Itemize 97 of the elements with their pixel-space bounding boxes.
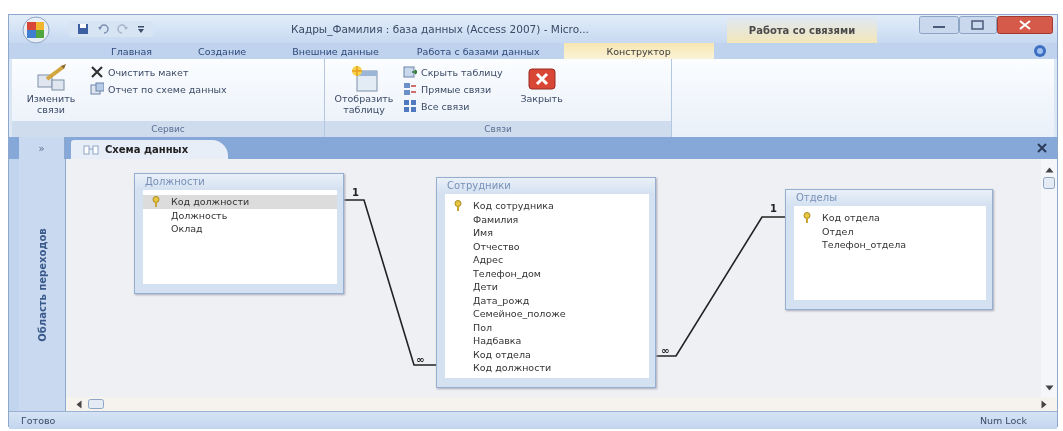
ribbon-button[interactable]: Отобразить таблицу bbox=[331, 63, 397, 115]
field-row[interactable]: Оклад bbox=[143, 222, 337, 236]
dropdown-icon[interactable] bbox=[137, 24, 145, 34]
help-icon[interactable] bbox=[1033, 44, 1047, 58]
table-window[interactable]: Отделы Код отдела Отдел Телефон_отдела bbox=[785, 189, 993, 310]
field-row[interactable]: Дата_рожд bbox=[445, 293, 649, 307]
ribbon-button[interactable]: Закрыть bbox=[508, 63, 575, 104]
field-name: Пол bbox=[473, 321, 493, 333]
field-row[interactable]: Семейное_положе bbox=[445, 307, 649, 321]
field-name: Адрес bbox=[473, 254, 504, 266]
status-text: Готово bbox=[21, 415, 56, 426]
scroll-down-icon[interactable] bbox=[1044, 385, 1054, 391]
field-name: Дети bbox=[473, 281, 498, 293]
field-name: Семейное_положе bbox=[473, 308, 566, 320]
field-name: Отчество bbox=[473, 240, 520, 252]
relationships-icon bbox=[83, 143, 99, 156]
field-row[interactable]: Код сотрудника bbox=[445, 199, 649, 213]
field-row[interactable]: Код должности bbox=[143, 195, 337, 209]
ribbon-button[interactable]: Отчет по схеме данных bbox=[90, 82, 227, 96]
minimize-button[interactable] bbox=[919, 16, 959, 34]
field-row[interactable]: Код отдела bbox=[794, 211, 986, 225]
field-name: Телефон_отдела bbox=[822, 239, 907, 251]
cardinality-label: 1 bbox=[770, 204, 777, 214]
field-name: Дата_рожд bbox=[473, 294, 530, 306]
close-icon[interactable] bbox=[1037, 143, 1047, 153]
scroll-left-icon[interactable] bbox=[76, 399, 82, 409]
field-row[interactable]: Код отдела bbox=[445, 347, 649, 361]
ribbon-button[interactable]: Изменить связи bbox=[18, 63, 84, 115]
table-title: Сотрудники bbox=[437, 178, 655, 194]
ribbon-button[interactable]: Все связи bbox=[403, 99, 503, 113]
field-name: Код должности bbox=[171, 196, 250, 208]
clear-icon bbox=[90, 65, 104, 79]
relationship-line[interactable] bbox=[655, 216, 786, 357]
field-row[interactable]: Адрес bbox=[445, 253, 649, 267]
nav-pane-toggle[interactable]: » bbox=[19, 137, 65, 159]
field-row[interactable]: Телефон_дом bbox=[445, 266, 649, 280]
cardinality-label: 1 bbox=[352, 188, 359, 198]
table-window[interactable]: Должности Код должности Должность Оклад bbox=[134, 173, 344, 294]
direct-relationships-icon bbox=[403, 82, 417, 96]
ribbon-tab[interactable]: Главная bbox=[97, 43, 167, 59]
key-icon bbox=[453, 200, 463, 212]
num-lock-indicator: Num Lock bbox=[979, 415, 1027, 426]
cardinality-label: ∞ bbox=[416, 355, 425, 365]
field-row[interactable]: Должность bbox=[143, 208, 337, 222]
field-row[interactable]: Дети bbox=[445, 280, 649, 294]
field-name: Код сотрудника bbox=[473, 200, 554, 212]
key-icon bbox=[151, 196, 161, 208]
table-title: Должности bbox=[135, 174, 343, 190]
field-row[interactable]: Телефон_отдела bbox=[794, 238, 986, 252]
field-row[interactable]: Код должности bbox=[445, 361, 649, 375]
field-name: Имя bbox=[473, 227, 493, 239]
field-name: Код отдела bbox=[822, 212, 880, 224]
group-label: Связи bbox=[325, 121, 671, 137]
document-tab[interactable]: Схема данных bbox=[71, 140, 229, 159]
relationship-line[interactable] bbox=[343, 199, 437, 366]
field-row[interactable]: Надбавка bbox=[445, 334, 649, 348]
key-icon bbox=[802, 212, 812, 224]
field-row[interactable]: Отдел bbox=[794, 224, 986, 238]
field-name: Код отдела bbox=[473, 348, 531, 360]
scroll-right-icon[interactable] bbox=[1041, 399, 1047, 409]
ribbon-tab[interactable]: Работа с базами данных bbox=[402, 43, 554, 59]
field-name: Оклад bbox=[171, 223, 203, 235]
hide-table-icon bbox=[403, 65, 417, 79]
ribbon-button[interactable]: Очистить макет bbox=[90, 65, 227, 79]
field-name: Фамилия bbox=[473, 213, 519, 225]
scrollbar-thumb[interactable] bbox=[88, 399, 104, 409]
field-name: Телефон_дом bbox=[473, 267, 541, 279]
ribbon-tab[interactable]: Конструктор bbox=[563, 43, 714, 59]
document-tab-label: Схема данных bbox=[105, 144, 189, 155]
close-button[interactable] bbox=[997, 16, 1053, 34]
field-name: Надбавка bbox=[473, 335, 522, 347]
edit-relationships-icon bbox=[35, 63, 67, 93]
field-row[interactable]: Пол bbox=[445, 320, 649, 334]
maximize-button[interactable] bbox=[959, 16, 997, 34]
field-name: Код должности bbox=[473, 362, 552, 374]
undo-icon[interactable] bbox=[97, 23, 109, 35]
ribbon-tab[interactable]: Создание bbox=[184, 43, 261, 59]
field-row[interactable]: Отчество bbox=[445, 239, 649, 253]
field-name: Должность bbox=[171, 209, 228, 221]
field-row[interactable]: Имя bbox=[445, 226, 649, 240]
table-window[interactable]: Сотрудники Код сотрудника Фамилия Имя Отчество Адрес Телефон_дом Дети Дата_рожд Семейное_положе Пол Надбавка Код отдела Код должности bbox=[436, 177, 656, 388]
scroll-up-icon[interactable] bbox=[1044, 167, 1054, 173]
report-icon bbox=[90, 82, 104, 96]
scrollbar-thumb[interactable] bbox=[1043, 177, 1055, 189]
table-title: Отделы bbox=[786, 190, 992, 206]
all-relationships-icon bbox=[403, 99, 417, 113]
context-tab-group-label: Работа со связями bbox=[727, 17, 877, 43]
save-icon[interactable] bbox=[77, 23, 89, 35]
window-title: Кадры_Фамилия : база данных (Access 2007) - Micro... bbox=[290, 23, 590, 35]
ribbon-button[interactable]: Прямые связи bbox=[403, 82, 503, 96]
navigation-pane-title: Область переходов bbox=[36, 228, 48, 342]
field-row[interactable]: Фамилия bbox=[445, 212, 649, 226]
ribbon-button[interactable]: Скрыть таблицу bbox=[403, 65, 503, 79]
cardinality-label: ∞ bbox=[661, 346, 670, 356]
ribbon-tab[interactable]: Внешние данные bbox=[278, 43, 393, 59]
group-label: Сервис bbox=[12, 121, 324, 137]
field-name: Отдел bbox=[822, 225, 854, 237]
